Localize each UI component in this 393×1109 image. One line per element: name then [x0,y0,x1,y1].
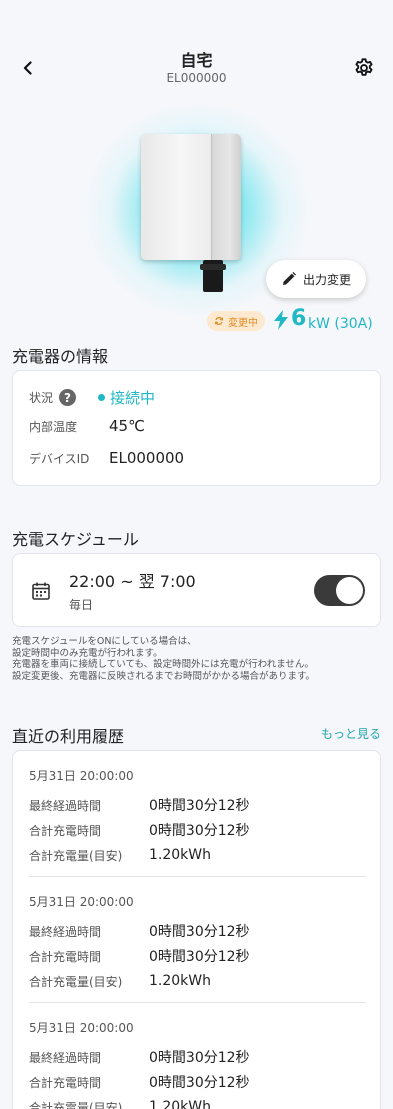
schedule-title: 充電スケジュール [12,530,139,549]
history-row: 最終経過時間 0時間30分12秒 [29,1049,366,1066]
history-row: 合計充電時間 0時間30分12秒 [29,948,366,965]
gear-icon [355,58,373,76]
info-label: 状況 [29,391,54,405]
calendar-icon [32,582,50,600]
lightning-icon [274,310,288,330]
note-line: 設定時間中のみ充電が行われます。 [12,647,163,659]
history-label: 合計充電量(目安) [29,848,123,863]
history-date: 5月31日 20:00:00 [29,1021,134,1035]
info-value: EL000000 [109,449,185,467]
output-change-button[interactable]: 出力変更 [266,260,366,298]
history-label: 合計充電量(目安) [29,974,123,989]
history-label: 最終経過時間 [29,1050,102,1065]
history-value: 1.20kWh [149,973,211,989]
history-divider [29,1002,366,1003]
info-value: 45℃ [109,417,145,435]
history-value: 0時間30分12秒 [149,1050,250,1066]
power-unit: kW (30A) [308,316,373,332]
pencil-icon [282,272,296,285]
history-row: 合計充電時間 0時間30分12秒 [29,1074,366,1091]
schedule-time: 22:00 ~ 翌 7:00 [69,572,196,591]
charger-info-card: 状況 ? 接続中 内部温度 45℃ デバイスID EL000000 [12,370,381,486]
sync-icon [214,317,224,325]
charger-info-title: 充電器の情報 [12,347,109,366]
note-line: 充電スケジュールをONにしている場合は、 [12,636,197,647]
schedule-card[interactable]: 22:00 ~ 翌 7:00 毎日 [12,553,381,627]
charger-device-side [212,134,241,260]
status-dot [98,394,106,401]
history-row: 合計充電量(目安) 1.20kWh [29,1099,366,1109]
note-line: 設定変更後、充電器に反映されるまでお時間がかかる場合があります。 [12,670,316,682]
info-label: 内部温度 [29,419,78,434]
history-entry[interactable]: 5月31日 20:00:00 最終経過時間 0時間30分12秒 合計充電時間 0… [29,893,366,989]
help-icon[interactable]: ? [59,389,77,406]
info-row-device-id: デバイスID EL000000 [29,449,184,467]
history-entry[interactable]: 5月31日 20:00:00 最終経過時間 0時間30分12秒 合計充電時間 0… [29,767,366,863]
history-label: 最終経過時間 [29,924,102,939]
schedule-note: 充電スケジュールをONにしている場合は、 設定時間中のみ充電が行われます。 充電… [12,636,382,682]
power-value: 6 [291,306,307,331]
charger-plug [200,260,226,292]
output-change-label: 出力変更 [302,272,351,287]
history-divider [29,876,366,877]
history-value: 0時間30分12秒 [149,924,250,940]
history-entry[interactable]: 5月31日 20:00:00 最終経過時間 0時間30分12秒 合計充電時間 0… [29,1019,366,1109]
history-date: 5月31日 20:00:00 [29,769,134,783]
page-subtitle: EL000000 [166,71,227,85]
history-row: 合計充電量(目安) 1.20kWh [29,973,366,989]
see-more-link[interactable]: もっと見る [321,725,381,742]
history-value: 0時間30分12秒 [149,798,250,814]
history-label: 合計充電量(目安) [29,1100,123,1109]
charger-device-seam [211,134,212,260]
changing-badge: 変更中 [207,311,265,331]
schedule-toggle[interactable] [314,575,365,606]
info-row-temperature: 内部温度 45℃ [29,417,145,435]
history-label: 最終経過時間 [29,798,102,813]
connection-status: 接続中 [110,389,156,407]
history-label: 合計充電時間 [29,1075,102,1090]
history-row: 合計充電時間 0時間30分12秒 [29,822,366,839]
header: 自宅 EL000000 [0,0,393,96]
history-value: 0時間30分12秒 [149,949,250,965]
history-row: 最終経過時間 0時間30分12秒 [29,923,366,940]
device-area: 出力変更 変更中 6 kW (30A) [0,100,393,332]
history-label: 合計充電時間 [29,949,102,964]
history-value: 1.20kWh [149,847,211,863]
power-status-row: 変更中 6 kW (30A) [0,306,393,334]
changing-badge-label: 変更中 [228,317,258,329]
history-value: 1.20kWh [149,1099,211,1109]
toggle-knob [336,577,363,604]
info-row-status: 状況 ? 接続中 [29,387,155,408]
page-title: 自宅 [180,51,213,70]
settings-button[interactable] [351,55,377,81]
history-title: 直近の利用履歴 [12,727,125,746]
history-date: 5月31日 20:00:00 [29,895,134,909]
note-line: 充電器を車両に接続していても、設定時間外には充電が行われません。 [12,659,314,670]
schedule-frequency: 毎日 [69,598,94,612]
history-label: 合計充電時間 [29,823,102,838]
history-row: 合計充電量(目安) 1.20kWh [29,847,366,863]
history-value: 0時間30分12秒 [149,823,250,839]
history-value: 0時間30分12秒 [149,1075,250,1091]
history-row: 最終経過時間 0時間30分12秒 [29,797,366,814]
history-card: 5月31日 20:00:00 最終経過時間 0時間30分12秒 合計充電時間 0… [12,750,381,1109]
info-label: デバイスID [29,451,90,466]
